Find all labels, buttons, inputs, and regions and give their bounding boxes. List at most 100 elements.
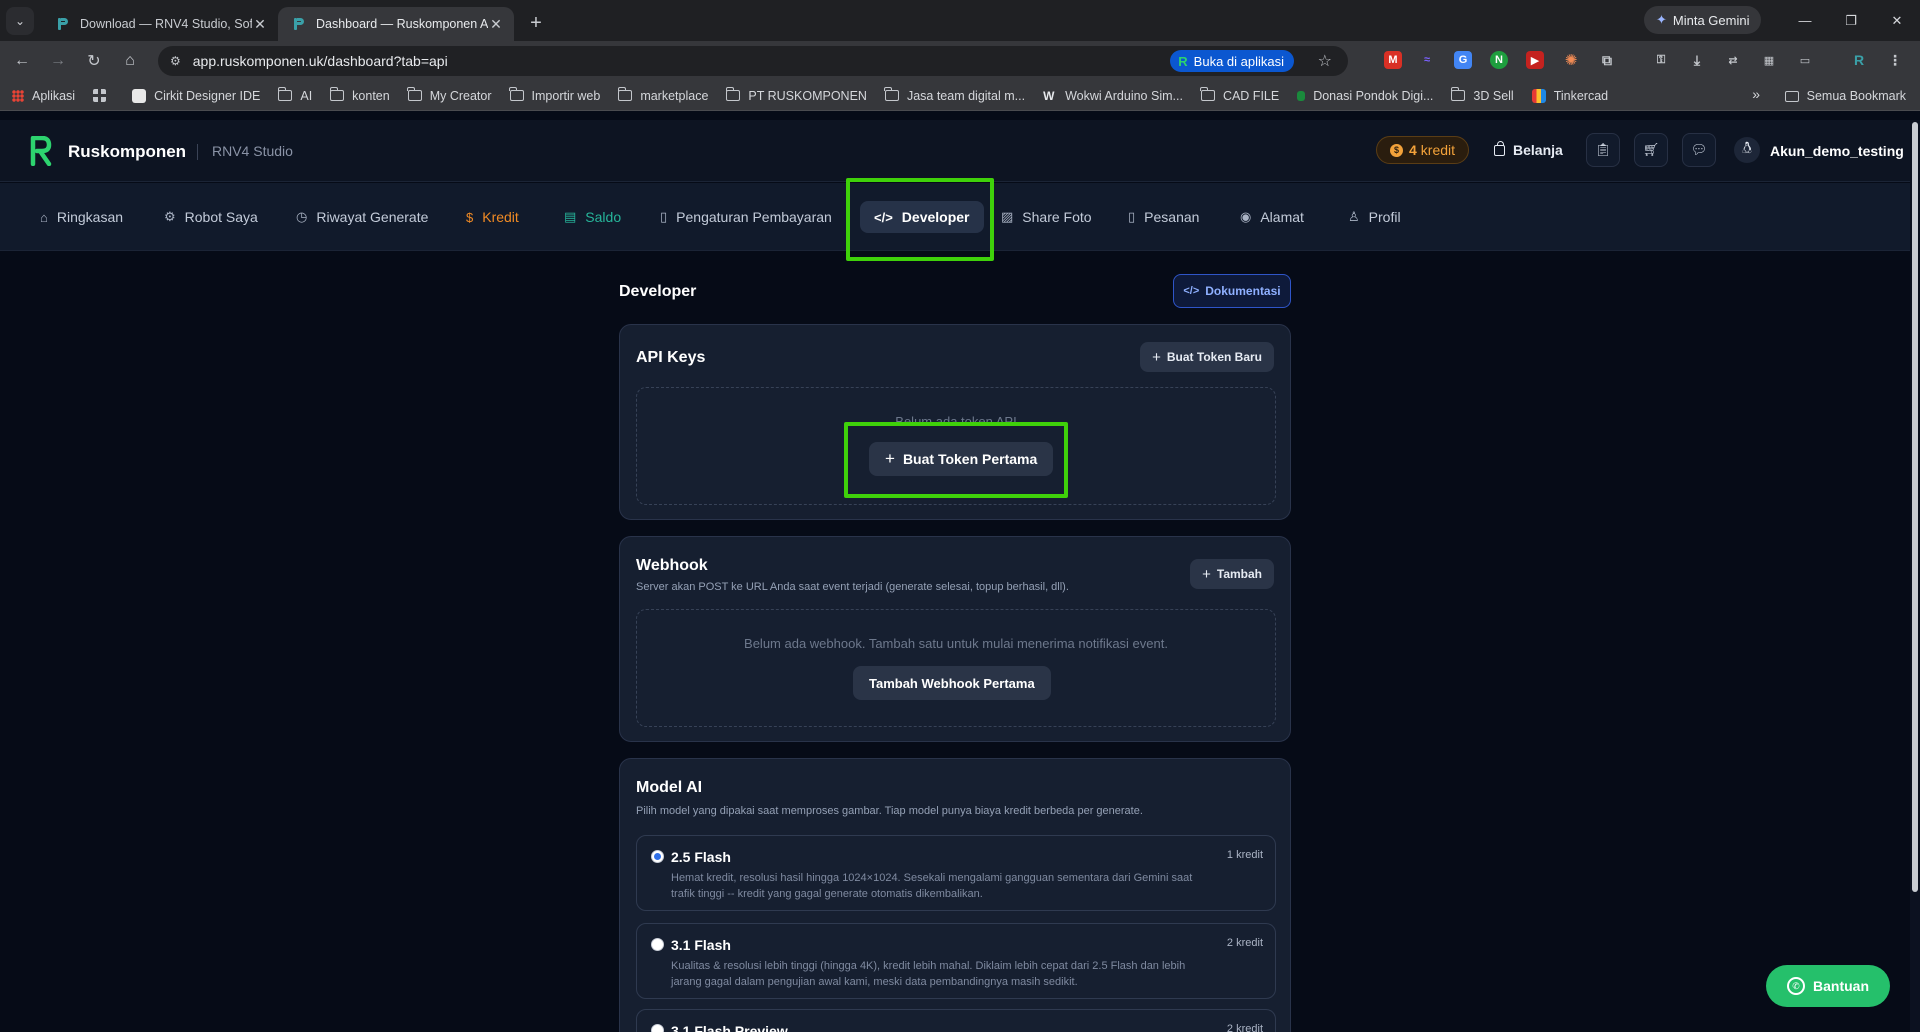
tab-profil[interactable]: ♙ Profil — [1348, 201, 1401, 233]
browser-tab-bar: ⌄ Download — RNV4 Studio, Sof ✕ Dashboar… — [0, 0, 1920, 41]
tab-kredit[interactable]: $ Kredit — [466, 201, 519, 233]
tab-alamat[interactable]: ◉ Alamat — [1240, 201, 1304, 233]
bookmark-folder-3d-sell[interactable]: 3D Sell — [1450, 87, 1514, 103]
bookmark-donasi[interactable]: Donasi Pondok Digi... — [1297, 89, 1433, 103]
credit-amount: 4 — [1409, 142, 1417, 158]
gemini-label: Minta Gemini — [1672, 12, 1750, 28]
minimize-button[interactable]: — — [1782, 0, 1828, 41]
extension-claude-icon[interactable]: ✺ — [1562, 51, 1580, 69]
cast-icon[interactable]: ▭ — [1796, 51, 1814, 69]
first-token-button[interactable]: + Buat Token Pertama — [869, 442, 1054, 476]
home-button[interactable]: ⌂ — [114, 45, 146, 77]
open-in-app-button[interactable]: R Buka di aplikasi — [1170, 50, 1294, 72]
browser-tab-dashboard[interactable]: Dashboard — Ruskomponen Ai ✕ — [278, 7, 514, 41]
plus-icon: + — [885, 449, 895, 468]
new-token-button[interactable]: + Buat Token Baru — [1140, 342, 1274, 372]
model-option-2-5-flash[interactable]: 2.5 Flash 1 kredit Hemat kredit, resolus… — [636, 835, 1276, 911]
help-whatsapp-button[interactable]: ✆ Bantuan — [1766, 965, 1890, 1007]
address-bar[interactable]: ⚙ app.ruskomponen.uk/dashboard?tab=api R… — [158, 46, 1348, 76]
translate-page-icon[interactable]: ⇄ — [1724, 51, 1742, 69]
radio-unselected[interactable] — [651, 1024, 664, 1032]
close-window-button[interactable]: ✕ — [1874, 0, 1920, 41]
bookmark-folder-ai[interactable]: AI — [277, 87, 312, 103]
wokwi-favicon-icon: W — [1043, 88, 1055, 103]
ruskomponen-logo-icon[interactable] — [30, 136, 52, 166]
tab-robot-saya[interactable]: ⚙ Robot Saya — [164, 201, 258, 233]
scrollbar-thumb[interactable] — [1912, 122, 1918, 892]
shopping-bag-icon — [1494, 140, 1505, 156]
more-bookmarks-icon[interactable]: » — [1752, 86, 1760, 102]
qr-code-icon[interactable]: ▦ — [1760, 51, 1778, 69]
add-webhook-button[interactable]: + Tambah — [1190, 559, 1274, 589]
ask-gemini-button[interactable]: ✦ Minta Gemini — [1644, 6, 1762, 34]
tab-riwayat-generate[interactable]: ◷ Riwayat Generate — [296, 201, 428, 233]
profile-icon[interactable]: R — [1850, 51, 1868, 69]
apps-icon — [93, 89, 107, 102]
extension-video-icon[interactable]: ▶ — [1526, 51, 1544, 69]
documentation-button[interactable]: </> Dokumentasi — [1173, 274, 1291, 308]
bookmark-folder-cad[interactable]: CAD FILE — [1200, 87, 1279, 103]
extension-n-icon[interactable]: N — [1490, 51, 1508, 69]
rnv4-favicon-icon — [292, 17, 306, 31]
bookmark-apps-shortcut[interactable] — [93, 89, 114, 102]
bookmarks-bar: Aplikasi Cirkit Designer IDE AI konten M… — [0, 81, 1920, 111]
shop-link[interactable]: Belanja — [1494, 140, 1563, 158]
browser-tab-download[interactable]: Download — RNV4 Studio, Sof ✕ — [42, 7, 278, 41]
all-bookmarks-button[interactable]: Semua Bookmark — [1784, 89, 1906, 103]
tab-saldo[interactable]: ▤ Saldo — [564, 201, 621, 233]
extension-translate-icon[interactable]: G — [1454, 51, 1472, 69]
brand-name[interactable]: Ruskomponen — [68, 142, 186, 162]
extensions-puzzle-icon[interactable]: ⧉ — [1598, 51, 1616, 69]
avatar[interactable]: 🐧︎ — [1734, 137, 1760, 163]
arrow-left-icon: ← — [14, 52, 30, 69]
tab-pesanan[interactable]: ▯ Pesanan — [1128, 201, 1199, 233]
more-menu-icon[interactable]: ⋮ — [1886, 51, 1904, 69]
username[interactable]: Akun_demo_testing — [1770, 143, 1904, 159]
cart-button[interactable]: 🛒︎ — [1634, 133, 1668, 167]
page-scrollbar[interactable] — [1910, 120, 1920, 1032]
robot-gear-icon: ⚙ — [164, 209, 176, 224]
brand-subtitle: RNV4 Studio — [212, 143, 293, 159]
model-option-3-1-flash[interactable]: 3.1 Flash 2 kredit Kualitas & resolusi l… — [636, 923, 1276, 999]
tab-share-foto[interactable]: ▨ Share Foto — [1001, 201, 1092, 233]
credit-balance-badge[interactable]: $ 4 kredit — [1376, 136, 1470, 164]
tab-search-button[interactable]: ⌄ — [6, 7, 34, 35]
password-key-icon[interactable]: ⚿ — [1652, 51, 1670, 69]
bookmark-apps[interactable]: Aplikasi — [12, 89, 75, 103]
folder-icon — [1200, 87, 1215, 101]
extension-m-icon[interactable]: M — [1384, 51, 1402, 69]
tab-pengaturan-pembayaran[interactable]: ▯ Pengaturan Pembayaran — [660, 201, 832, 233]
model-cost: 2 kredit — [1226, 937, 1263, 949]
open-app-label: Buka di aplikasi — [1193, 53, 1284, 69]
bookmark-folder-konten[interactable]: konten — [329, 87, 390, 103]
radio-unselected[interactable] — [651, 938, 664, 951]
first-webhook-button[interactable]: Tambah Webhook Pertama — [853, 666, 1051, 700]
reload-button[interactable]: ↻ — [78, 45, 110, 77]
close-icon[interactable]: ✕ — [488, 16, 504, 33]
folder-icon — [329, 87, 345, 101]
radio-selected[interactable] — [651, 850, 664, 863]
bookmark-folder-importir[interactable]: Importir web — [509, 87, 600, 103]
bookmark-folder-marketplace[interactable]: marketplace — [617, 87, 708, 103]
bookmark-cirkit[interactable]: Cirkit Designer IDE — [132, 88, 260, 103]
restore-button[interactable]: ❐ — [1828, 0, 1874, 41]
forward-button[interactable]: → — [42, 45, 74, 77]
close-icon[interactable]: ✕ — [252, 16, 268, 33]
new-tab-button[interactable]: + — [522, 9, 550, 37]
bookmark-folder-my-creator[interactable]: My Creator — [407, 87, 492, 103]
messages-button[interactable]: 💬︎ — [1682, 133, 1716, 167]
bookmark-wokwi[interactable]: W Wokwi Arduino Sim... — [1043, 89, 1183, 103]
tab-developer[interactable]: </> Developer — [860, 201, 984, 233]
bookmark-star-icon[interactable]: ☆ — [1318, 51, 1332, 71]
bookmark-tinkercad[interactable]: Tinkercad — [1531, 88, 1608, 103]
download-icon[interactable]: ⤓ — [1688, 51, 1706, 69]
bookmark-folder-jasa-team[interactable]: Jasa team digital m... — [884, 87, 1025, 103]
cart-icon: 🛒︎ — [1642, 142, 1660, 157]
tab-ringkasan[interactable]: ⌂ Ringkasan — [40, 201, 123, 233]
bookmark-folder-pt-ruskomponen[interactable]: PT RUSKOMPONEN — [725, 87, 867, 103]
back-button[interactable]: ← — [6, 45, 38, 77]
clipboard-button[interactable]: 📋︎ — [1586, 133, 1620, 167]
model-option-3-1-flash-preview[interactable]: 3.1 Flash Preview 2 kredit — [636, 1009, 1276, 1032]
extension-wave-icon[interactable]: ≈ — [1418, 51, 1436, 69]
site-settings-icon[interactable]: ⚙ — [170, 54, 181, 68]
